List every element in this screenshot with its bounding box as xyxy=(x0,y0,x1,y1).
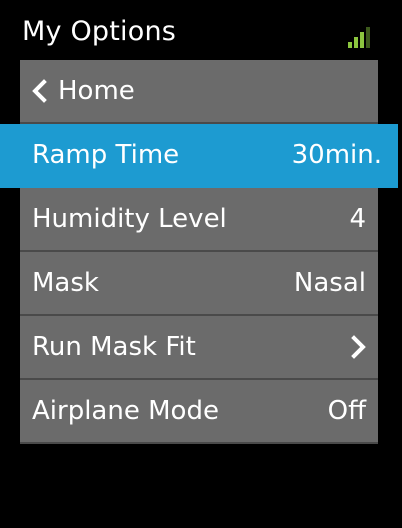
menu-item-label: Mask xyxy=(32,268,99,298)
header: My Options xyxy=(22,14,382,58)
menu-item-label: Humidity Level xyxy=(32,204,227,234)
menu-item-airplane-mode[interactable]: Airplane Mode Off xyxy=(20,380,378,444)
menu-item-run-mask-fit[interactable]: Run Mask Fit xyxy=(20,316,378,380)
menu-item-label: Airplane Mode xyxy=(32,396,219,426)
menu-item-ramp-time[interactable]: Ramp Time 30min. xyxy=(0,124,398,188)
device-screen: My Options Home Ramp Time 30min. Humidit… xyxy=(0,0,402,528)
chevron-left-icon xyxy=(32,79,47,103)
menu-item-humidity-level[interactable]: Humidity Level 4 xyxy=(20,188,378,252)
menu-item-label: Home xyxy=(58,76,135,106)
options-menu: Home Ramp Time 30min. Humidity Level 4 M… xyxy=(0,60,398,444)
menu-item-value: Nasal xyxy=(293,268,366,298)
signal-strength-icon xyxy=(348,24,376,48)
menu-item-home[interactable]: Home xyxy=(20,60,378,124)
menu-item-value: Off xyxy=(327,396,366,426)
page-title: My Options xyxy=(22,16,177,47)
menu-item-label: Run Mask Fit xyxy=(32,332,196,362)
menu-item-value: 4 xyxy=(349,204,366,234)
menu-item-label: Ramp Time xyxy=(32,140,180,170)
menu-item-value: 30min. xyxy=(291,140,382,170)
chevron-right-icon xyxy=(351,335,366,359)
menu-item-mask[interactable]: Mask Nasal xyxy=(20,252,378,316)
